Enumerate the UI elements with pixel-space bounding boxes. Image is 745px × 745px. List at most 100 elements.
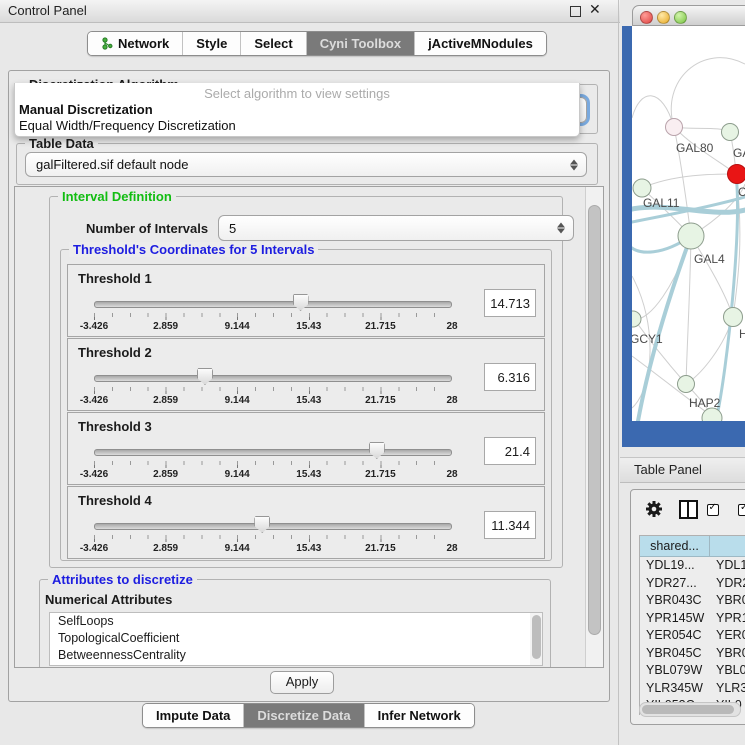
cell[interactable]: YER054C bbox=[640, 627, 710, 645]
interval-definition-group: Interval Definition Number of Intervals … bbox=[49, 196, 563, 568]
table-scrollbar-thumb[interactable] bbox=[642, 705, 734, 714]
node-label-gal4: GAL4 bbox=[694, 252, 725, 266]
node-gal11 bbox=[633, 179, 651, 197]
tick-label: 28 bbox=[446, 469, 457, 480]
cell[interactable]: YDR2 bbox=[710, 575, 745, 593]
tab-select[interactable]: Select bbox=[240, 32, 305, 55]
network-icon bbox=[101, 37, 113, 50]
node-gal4 bbox=[678, 223, 704, 249]
cell[interactable]: YPR145W bbox=[640, 610, 710, 628]
tab-cyni-toolbox[interactable]: Cyni Toolbox bbox=[306, 32, 414, 55]
threshold-3-box: Threshold 3 -3.426 2.859 9.144 15.43 bbox=[67, 412, 545, 485]
tab-style[interactable]: Style bbox=[182, 32, 240, 55]
close-icon[interactable]: ✕ bbox=[589, 1, 601, 18]
table-horizontal-scrollbar[interactable] bbox=[639, 702, 741, 717]
slider-track[interactable] bbox=[94, 523, 452, 530]
table-row[interactable]: YBR045C YBR0 bbox=[640, 645, 745, 663]
cell[interactable]: YDL19... bbox=[640, 557, 710, 575]
cell[interactable]: YPR1 bbox=[710, 610, 745, 628]
cell[interactable]: YBR0 bbox=[710, 645, 745, 663]
network-window-titlebar[interactable] bbox=[632, 5, 745, 26]
cell[interactable]: YBR043C bbox=[640, 592, 710, 610]
threshold-3-value-field[interactable]: 21.4 bbox=[484, 437, 536, 465]
tab-jactivemnodules[interactable]: jActiveMNodules bbox=[414, 32, 546, 55]
threshold-4-value-field[interactable]: 11.344 bbox=[484, 511, 536, 539]
table-row[interactable]: YDR27... YDR2 bbox=[640, 575, 745, 593]
node-gal80 bbox=[666, 119, 683, 136]
tab-infer-network[interactable]: Infer Network bbox=[364, 704, 474, 727]
settings-scrollbar[interactable] bbox=[585, 187, 603, 667]
table-row[interactable]: YDL19... YDL1 bbox=[640, 557, 745, 575]
attributes-list[interactable]: SelfLoops TopologicalCoefficient Between… bbox=[49, 612, 543, 666]
cell[interactable]: YBR045C bbox=[640, 645, 710, 663]
table-row[interactable]: YER054C YER0 bbox=[640, 627, 745, 645]
cell[interactable]: YDR27... bbox=[640, 575, 710, 593]
attributes-group: Attributes to discretize Numerical Attri… bbox=[39, 579, 551, 668]
close-traffic-light-icon[interactable] bbox=[640, 11, 653, 24]
table-row[interactable]: YBL079W YBL0 bbox=[640, 662, 745, 680]
cell[interactable]: YDL1 bbox=[710, 557, 745, 575]
apply-button[interactable]: Apply bbox=[270, 671, 334, 694]
list-scrollbar-thumb[interactable] bbox=[532, 615, 541, 659]
tick-label: 28 bbox=[446, 321, 457, 332]
minimize-traffic-light-icon[interactable] bbox=[657, 11, 670, 24]
zoom-traffic-light-icon[interactable] bbox=[674, 11, 687, 24]
tick-label: 15.43 bbox=[296, 469, 321, 480]
cell[interactable]: YLR3 bbox=[710, 680, 745, 698]
list-item[interactable]: SelfLoops bbox=[50, 613, 542, 630]
cell[interactable]: YBL079W bbox=[640, 662, 710, 680]
checkbox-icon[interactable] bbox=[707, 504, 719, 516]
table-data-combobox[interactable]: galFiltered.sif default node bbox=[25, 152, 587, 177]
split-columns-icon[interactable] bbox=[679, 500, 698, 519]
gear-icon[interactable] bbox=[645, 500, 663, 518]
slider-track[interactable] bbox=[94, 301, 452, 308]
slider-thumb[interactable] bbox=[254, 516, 270, 533]
slider-thumb[interactable] bbox=[197, 368, 213, 385]
table-row[interactable]: YBR043C YBR0 bbox=[640, 592, 745, 610]
num-intervals-combobox[interactable]: 5 bbox=[218, 215, 574, 241]
tab-discretize-data[interactable]: Discretize Data bbox=[243, 704, 363, 727]
tick-label: 9.144 bbox=[225, 543, 250, 554]
dropdown-item-manual[interactable]: Manual Discretization bbox=[18, 102, 576, 118]
threshold-1-value-field[interactable]: 14.713 bbox=[484, 289, 536, 317]
list-item[interactable]: TopologicalCoefficient bbox=[50, 630, 542, 647]
network-canvas[interactable]: GAL80 GA C GAL11 GAL4 GCY1 H HAP2 bbox=[632, 26, 745, 421]
tick-label: 2.859 bbox=[153, 543, 178, 554]
tab-network[interactable]: Network bbox=[88, 32, 182, 55]
slider-thumb[interactable] bbox=[293, 294, 309, 311]
node-hap2 bbox=[678, 376, 695, 393]
tick-label: 21.715 bbox=[365, 395, 396, 406]
settings-scrollbar-thumb[interactable] bbox=[588, 205, 601, 635]
list-item[interactable]: BetweennessCentrality bbox=[50, 647, 542, 664]
table-row[interactable]: YLR345W YLR3 bbox=[640, 680, 745, 698]
panel-divider[interactable] bbox=[618, 0, 619, 745]
cell[interactable]: YER0 bbox=[710, 627, 745, 645]
threshold-2-value-field[interactable]: 6.316 bbox=[484, 363, 536, 391]
node-label-partial-ga: GA bbox=[733, 146, 745, 160]
cell[interactable]: YBL0 bbox=[710, 662, 745, 680]
checkbox-icon[interactable] bbox=[738, 504, 745, 516]
float-window-icon[interactable] bbox=[570, 6, 581, 17]
thresholds-group: Threshold's Coordinates for 5 Intervals … bbox=[60, 249, 552, 561]
threshold-2-slider[interactable]: -3.426 2.859 9.144 15.43 21.715 28 bbox=[94, 375, 452, 382]
thresholds-group-title: Threshold's Coordinates for 5 Intervals bbox=[69, 242, 318, 257]
dropdown-item-equal-width[interactable]: Equal Width/Frequency Discretization bbox=[18, 118, 576, 134]
threshold-1-slider[interactable]: -3.426 2.859 9.144 15.43 21.715 28 bbox=[94, 301, 452, 308]
table-panel-titlebar: Table Panel bbox=[620, 457, 745, 483]
slider-track[interactable] bbox=[94, 375, 452, 382]
threshold-4-slider[interactable]: -3.426 2.859 9.144 15.43 21.715 28 bbox=[94, 523, 452, 530]
table-row[interactable]: YPR145W YPR1 bbox=[640, 610, 745, 628]
node-label-gal80: GAL80 bbox=[676, 141, 714, 155]
slider-thumb[interactable] bbox=[369, 442, 385, 459]
list-scrollbar[interactable] bbox=[530, 613, 542, 665]
tab-impute-data[interactable]: Impute Data bbox=[143, 704, 243, 727]
slider-track[interactable] bbox=[94, 449, 452, 456]
threshold-3-slider[interactable]: -3.426 2.859 9.144 15.43 21.715 28 bbox=[94, 449, 452, 456]
node-label-gal11: GAL11 bbox=[643, 196, 680, 210]
column-header-name[interactable]: na bbox=[710, 536, 745, 556]
cell[interactable]: YLR345W bbox=[640, 680, 710, 698]
cell[interactable]: YBR0 bbox=[710, 592, 745, 610]
dropdown-prompt[interactable]: Select algorithm to view settings bbox=[15, 86, 579, 101]
tick-label: 9.144 bbox=[225, 469, 250, 480]
column-header-shared-name[interactable]: shared... bbox=[640, 536, 710, 556]
